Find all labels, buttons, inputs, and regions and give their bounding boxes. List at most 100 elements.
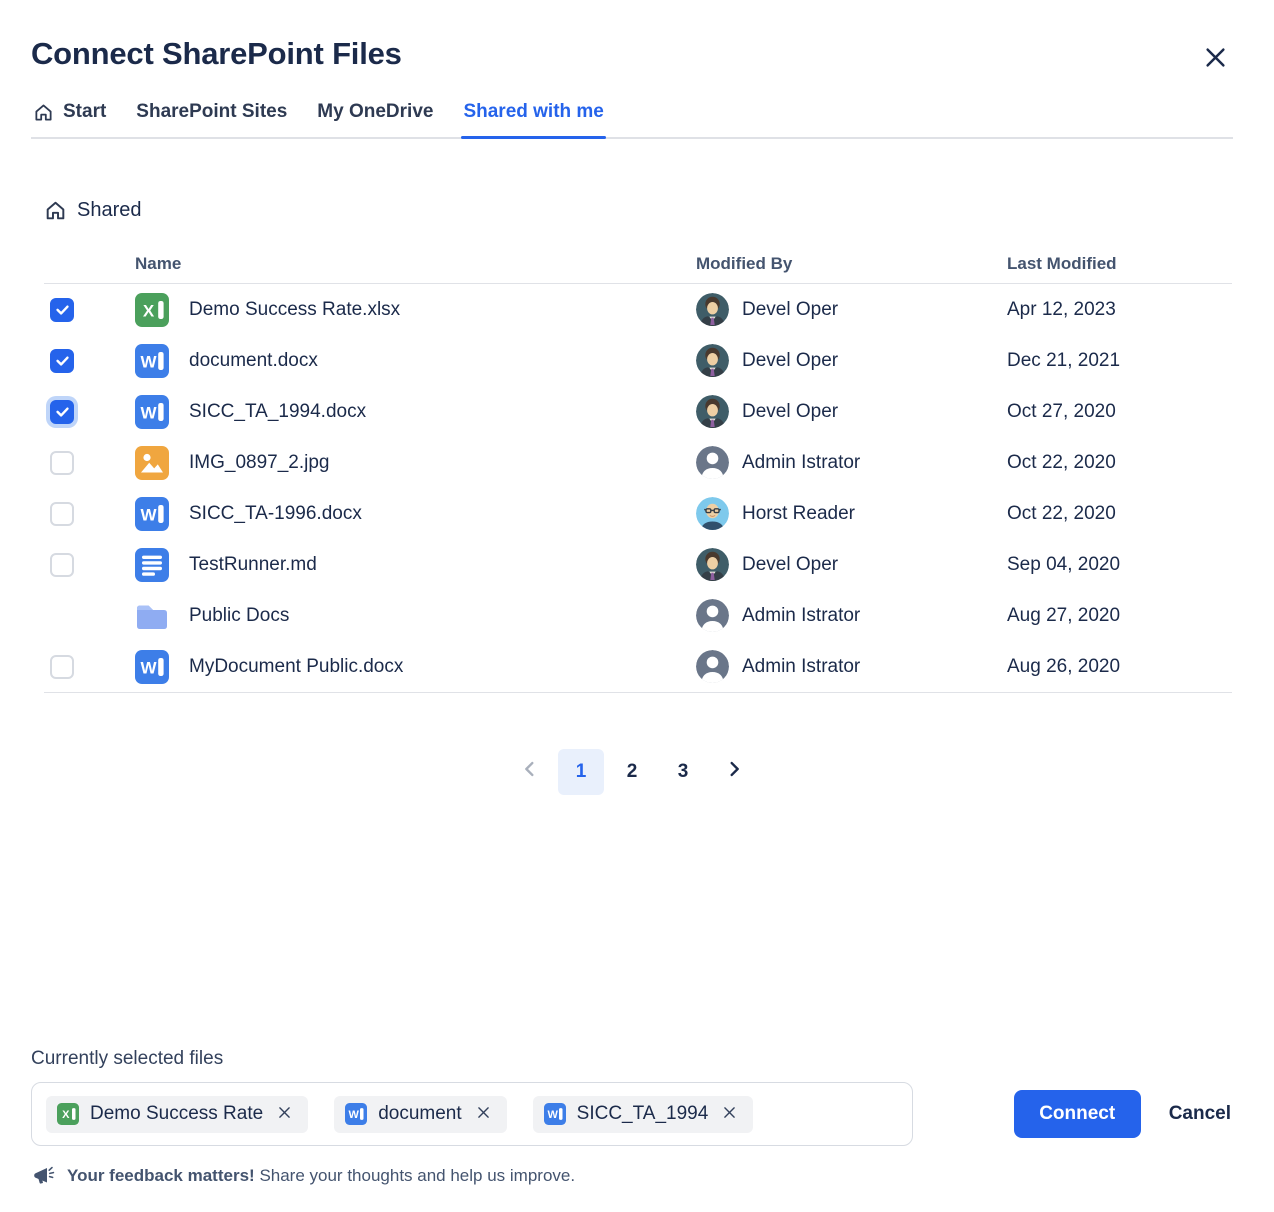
row-checkbox[interactable] (50, 349, 74, 373)
connect-button[interactable]: Connect (1014, 1090, 1141, 1138)
checkbox-cell (44, 400, 135, 424)
file-name[interactable]: Public Docs (189, 605, 289, 627)
svg-text:W: W (140, 505, 157, 524)
tab-bar: Start SharePoint Sites My OneDrive Shared w… (31, 97, 1233, 139)
table-row: TestRunner.mdDevel OperSep 04, 2020 (44, 539, 1232, 590)
close-icon (1202, 44, 1229, 71)
file-name[interactable]: document.docx (189, 350, 318, 372)
file-name[interactable]: Demo Success Rate.xlsx (189, 299, 400, 321)
row-checkbox[interactable] (50, 655, 74, 679)
svg-text:X: X (62, 1109, 70, 1121)
pagination-page-2[interactable]: 2 (609, 749, 655, 795)
excel-icon: X (57, 1103, 79, 1125)
bottom-row: XDemo Success RateWdocumentWSICC_TA_1994… (31, 1082, 1233, 1146)
modified-by-cell: Devel Oper (696, 344, 1007, 377)
pagination-prev-button[interactable] (507, 749, 553, 795)
file-name[interactable]: MyDocument Public.docx (189, 656, 403, 678)
table-header: Name Modified By Last Modified (44, 248, 1232, 284)
file-name[interactable]: TestRunner.md (189, 554, 317, 576)
selected-files-label: Currently selected files (31, 1048, 1233, 1070)
dialog-actions: Connect Cancel (1014, 1090, 1233, 1138)
dialog-header: Connect SharePoint Files (31, 0, 1233, 75)
tab-shared-with-me[interactable]: Shared with me (461, 97, 605, 137)
modified-by-name: Devel Oper (742, 299, 838, 321)
name-cell: IMG_0897_2.jpg (135, 446, 696, 480)
modified-by-cell: Devel Oper (696, 395, 1007, 428)
row-checkbox[interactable] (50, 553, 74, 577)
folder-icon (135, 599, 169, 633)
excel-icon: X (135, 293, 169, 327)
table-row: Public DocsAdmin IstratorAug 27, 2020 (44, 590, 1232, 641)
row-checkbox[interactable] (50, 502, 74, 526)
modified-by-name: Admin Istrator (742, 656, 860, 678)
header-name: Name (135, 254, 696, 274)
last-modified-date: Apr 12, 2023 (1007, 299, 1116, 321)
header-last-modified: Last Modified (1007, 254, 1232, 274)
avatar-admin (696, 599, 729, 632)
word-icon: W (135, 395, 169, 429)
modified-by-cell: Devel Oper (696, 293, 1007, 326)
last-modified-date: Oct 22, 2020 (1007, 452, 1116, 474)
file-name[interactable]: SICC_TA_1994.docx (189, 401, 366, 423)
selected-files-box: XDemo Success RateWdocumentWSICC_TA_1994 (31, 1082, 913, 1146)
last-modified-cell: Apr 12, 2023 (1007, 299, 1232, 321)
row-checkbox[interactable] (50, 400, 74, 424)
breadcrumb[interactable]: Shared (44, 199, 142, 222)
last-modified-cell: Aug 26, 2020 (1007, 656, 1232, 678)
name-cell: W MyDocument Public.docx (135, 650, 696, 684)
feedback-bar: Your feedback matters! Share your though… (31, 1164, 1233, 1188)
header-modified-by: Modified By (696, 254, 1007, 274)
pagination-page-1[interactable]: 1 (558, 749, 604, 795)
row-checkbox[interactable] (50, 451, 74, 475)
modified-by-name: Devel Oper (742, 401, 838, 423)
chip-label: document (378, 1103, 461, 1125)
tab-sharepoint-sites[interactable]: SharePoint Sites (134, 97, 289, 137)
last-modified-date: Oct 27, 2020 (1007, 401, 1116, 423)
connect-sharepoint-dialog: Connect SharePoint Files Start SharePoint… (0, 0, 1274, 1212)
modified-by-name: Admin Istrator (742, 452, 860, 474)
avatar-devel (696, 293, 729, 326)
tab-my-onedrive[interactable]: My OneDrive (315, 97, 435, 137)
chip-remove-button[interactable] (719, 1102, 740, 1126)
file-name[interactable]: SICC_TA-1996.docx (189, 503, 362, 525)
tab-label: My OneDrive (317, 101, 433, 123)
modified-by-name: Horst Reader (742, 503, 855, 525)
last-modified-cell: Aug 27, 2020 (1007, 605, 1232, 627)
last-modified-cell: Dec 21, 2021 (1007, 350, 1232, 372)
home-icon (44, 199, 67, 222)
home-icon (33, 102, 54, 123)
tab-start[interactable]: Start (31, 97, 108, 137)
word-icon: W (135, 650, 169, 684)
table-row: IMG_0897_2.jpg Admin Istrator Oct 22, 2020 (44, 437, 1232, 488)
cancel-button[interactable]: Cancel (1167, 1097, 1233, 1131)
checkbox-cell (44, 349, 135, 373)
last-modified-date: Aug 26, 2020 (1007, 656, 1120, 678)
table-row: Wdocument.docx Devel OperDec 21, 2021 (44, 335, 1232, 386)
tab-label: Shared with me (463, 101, 603, 123)
pagination-next-button[interactable] (711, 749, 757, 795)
name-cell: X Demo Success Rate.xlsx (135, 293, 696, 327)
close-icon (475, 1104, 492, 1124)
table-row: X Demo Success Rate.xlsx Devel Oper Apr 12,… (44, 284, 1232, 335)
pagination-page-3[interactable]: 3 (660, 749, 706, 795)
word-icon: W (135, 344, 169, 378)
row-checkbox[interactable] (50, 298, 74, 322)
last-modified-cell: Oct 22, 2020 (1007, 452, 1232, 474)
table-row: W SICC_TA_1994.docx Devel Oper Oct 27, 2020 (44, 386, 1232, 437)
word-icon: W (544, 1103, 566, 1125)
avatar-admin (696, 650, 729, 683)
svg-text:W: W (547, 1109, 558, 1121)
selected-file-chip: XDemo Success Rate (46, 1096, 308, 1133)
markdown-icon (135, 548, 169, 582)
chip-label: SICC_TA_1994 (577, 1103, 709, 1125)
chip-remove-button[interactable] (274, 1102, 295, 1126)
chevron-left-icon (519, 758, 541, 786)
close-icon (721, 1104, 738, 1124)
last-modified-cell: Oct 27, 2020 (1007, 401, 1232, 423)
name-cell: W SICC_TA-1996.docx (135, 497, 696, 531)
close-button[interactable] (1198, 40, 1233, 75)
chip-remove-button[interactable] (473, 1102, 494, 1126)
file-name[interactable]: IMG_0897_2.jpg (189, 452, 330, 474)
table-body: X Demo Success Rate.xlsx Devel Oper Apr 12,… (44, 284, 1232, 693)
files-table: Name Modified By Last Modified X Demo Suc… (44, 248, 1232, 693)
